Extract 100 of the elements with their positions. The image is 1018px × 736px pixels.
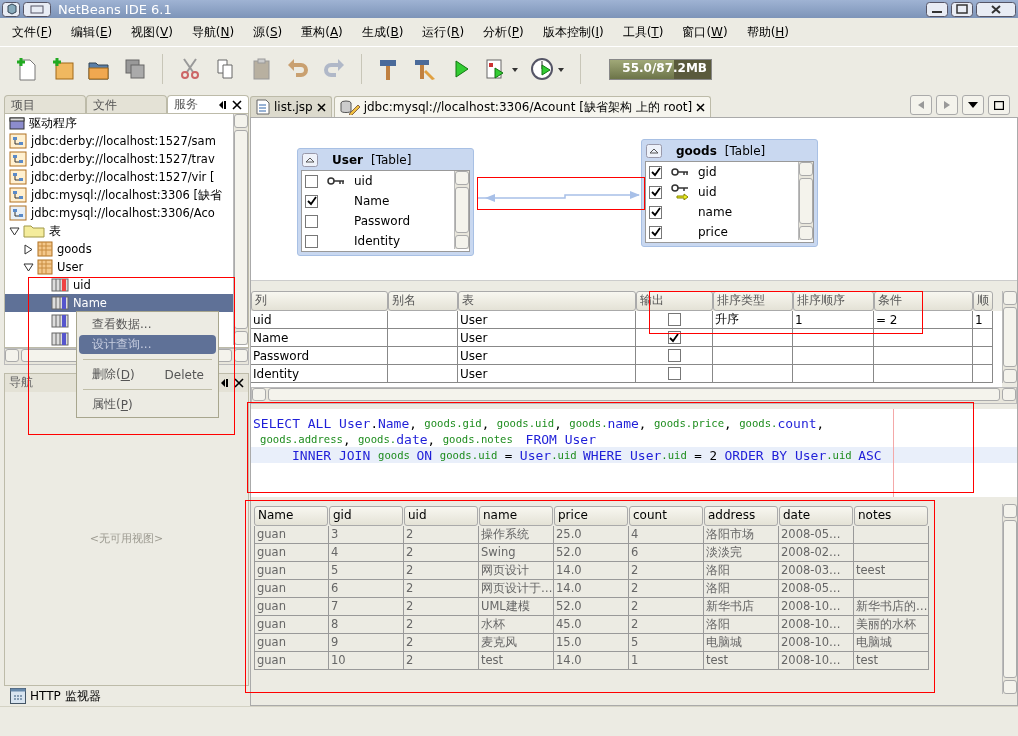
sql-token: , bbox=[427, 431, 437, 447]
result-cell: 7 bbox=[329, 598, 404, 616]
sql-token: , bbox=[481, 415, 491, 431]
result-cell: 操作系统 bbox=[479, 526, 554, 544]
sql-token: , bbox=[816, 415, 825, 431]
result-cell: 2008-05… bbox=[779, 580, 854, 598]
result-cell: guan bbox=[254, 562, 329, 580]
result-cell: 2 bbox=[629, 562, 704, 580]
result-cell: 2 bbox=[404, 580, 479, 598]
sql-token: goods.gid bbox=[424, 417, 482, 429]
result-cell: 2008-10… bbox=[779, 598, 854, 616]
result-cell: 2 bbox=[629, 598, 704, 616]
column-name: Identity bbox=[354, 234, 400, 248]
result-cell: 4 bbox=[629, 526, 704, 544]
sql-token: count bbox=[777, 415, 817, 431]
sql-token: ORDER BY User bbox=[724, 447, 827, 463]
result-cell: 2008-02… bbox=[779, 544, 854, 562]
result-cell: 洛阳 bbox=[704, 580, 779, 598]
window-title: NetBeans IDE 6.1 bbox=[58, 1, 173, 17]
result-cell: 10 bbox=[329, 652, 404, 670]
table-type: [Table] bbox=[370, 152, 412, 167]
result-cell: 洛阳 bbox=[704, 616, 779, 634]
result-cell: 电脑城 bbox=[704, 634, 779, 652]
sql-token: goods bbox=[378, 449, 411, 461]
sql-token: , bbox=[554, 415, 563, 431]
result-cell: 5 bbox=[329, 562, 404, 580]
sql-token: , bbox=[409, 415, 418, 431]
result-cell: guan bbox=[254, 544, 329, 562]
result-cell: guan bbox=[254, 598, 329, 616]
sql-token: date bbox=[396, 431, 428, 447]
sql-token: .uid bbox=[661, 449, 687, 461]
result-cell: 2 bbox=[404, 544, 479, 562]
sql-token: Name bbox=[377, 415, 410, 431]
result-cell: 新华书店的… bbox=[854, 598, 929, 616]
result-cell: 淡淡完 bbox=[704, 544, 779, 562]
result-cell: 新华书店 bbox=[704, 598, 779, 616]
sql-token: = 2 bbox=[693, 447, 718, 463]
sql-token: goods.notes bbox=[442, 433, 514, 445]
result-cell: 2 bbox=[629, 616, 704, 634]
result-cell: 2 bbox=[404, 616, 479, 634]
result-cell: 1 bbox=[629, 652, 704, 670]
sql-token: goods.address bbox=[260, 433, 343, 445]
sql-token: goods. bbox=[358, 433, 397, 445]
result-cell: 9 bbox=[329, 634, 404, 652]
column-name: gid bbox=[698, 165, 717, 179]
result-cell: 网页设计于… bbox=[479, 580, 554, 598]
result-cell: 2 bbox=[404, 562, 479, 580]
result-cell: 15.0 bbox=[554, 634, 629, 652]
result-cell: 美丽的水杯 bbox=[854, 616, 929, 634]
table-name: User bbox=[332, 152, 363, 167]
result-cell: 52.0 bbox=[554, 598, 629, 616]
result-cell: 2008-10… bbox=[779, 616, 854, 634]
column-name: Name bbox=[354, 194, 390, 208]
result-cell: 45.0 bbox=[554, 616, 629, 634]
result-cell: 14.0 bbox=[554, 652, 629, 670]
result-cell: 水杯 bbox=[479, 616, 554, 634]
result-cell: 52.0 bbox=[554, 544, 629, 562]
result-cell: test bbox=[854, 652, 929, 670]
sql-token: .uid bbox=[826, 449, 853, 461]
result-cell: 电脑城 bbox=[854, 634, 929, 652]
result-cell: 2 bbox=[404, 526, 479, 544]
result-cell: 2 bbox=[404, 598, 479, 616]
result-cell: 14.0 bbox=[554, 580, 629, 598]
sql-token: , bbox=[724, 415, 733, 431]
result-cell: 2 bbox=[404, 634, 479, 652]
result-cell: 2 bbox=[404, 652, 479, 670]
column-name: name bbox=[698, 205, 733, 219]
result-cell: 洛阳市场 bbox=[704, 526, 779, 544]
result-cell: Swing bbox=[479, 544, 554, 562]
result-cell: 3 bbox=[329, 526, 404, 544]
sql-token: goods. bbox=[569, 417, 608, 429]
sql-token: = bbox=[503, 447, 514, 463]
result-cell: 麦克风 bbox=[479, 634, 554, 652]
result-cell: guan bbox=[254, 526, 329, 544]
sql-token: . bbox=[370, 415, 378, 431]
result-cell: 2008-05… bbox=[779, 526, 854, 544]
sql-token: , bbox=[638, 415, 648, 431]
sql-token: ASC bbox=[858, 447, 882, 463]
result-cell: 6 bbox=[629, 544, 704, 562]
result-cell: 2008-10… bbox=[779, 652, 854, 670]
result-cell: 14.0 bbox=[554, 562, 629, 580]
sql-token: SELECT ALL User bbox=[253, 415, 371, 431]
result-cell: 2008-10… bbox=[779, 634, 854, 652]
result-cell: guan bbox=[254, 634, 329, 652]
result-cell: 网页设计 bbox=[479, 562, 554, 580]
result-cell: 8 bbox=[329, 616, 404, 634]
sql-token: ON bbox=[416, 447, 434, 463]
sql-token: name bbox=[607, 415, 639, 431]
column-name: uid bbox=[698, 185, 717, 199]
result-cell: guan bbox=[254, 580, 329, 598]
sql-token: INNER JOIN bbox=[292, 447, 372, 463]
result-cell: guan bbox=[254, 652, 329, 670]
sql-token: WHERE User bbox=[583, 447, 662, 463]
sql-token: goods. bbox=[739, 417, 778, 429]
column-name: price bbox=[698, 225, 728, 239]
result-cell: UML建模 bbox=[479, 598, 554, 616]
result-cell: guan bbox=[254, 616, 329, 634]
result-cell: 25.0 bbox=[554, 526, 629, 544]
sql-token: FROM User bbox=[525, 431, 596, 447]
result-cell: test bbox=[704, 652, 779, 670]
